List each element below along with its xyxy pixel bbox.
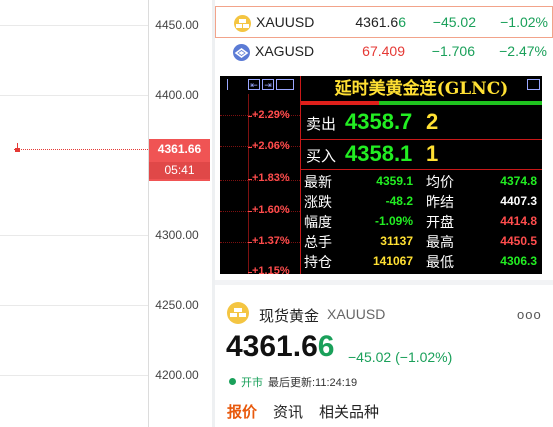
stat-value: -48.2 bbox=[385, 194, 413, 208]
grid-line bbox=[0, 375, 148, 376]
percent-tick-label: +1.15% bbox=[252, 265, 290, 274]
y-axis-label: 4450.00 bbox=[155, 18, 199, 32]
quote-price-main: 67.409 bbox=[362, 43, 405, 59]
quote-change: −1.706 bbox=[431, 43, 475, 59]
market-status: 开市 bbox=[241, 377, 263, 389]
quote-price-main: 4361.6 bbox=[355, 14, 399, 30]
gold-icon bbox=[234, 15, 251, 32]
arrow-right-icon[interactable]: ⇥ bbox=[262, 79, 274, 90]
stat-label: 总手 bbox=[304, 234, 332, 250]
stat-value: 141067 bbox=[372, 254, 413, 268]
scroll-icon[interactable] bbox=[221, 79, 228, 90]
stat-label: 最低 bbox=[426, 254, 454, 270]
quote-board: 延时美黄金连(GLNC) 卖出 4358.7 2 买入 4358.1 1 最新 4… bbox=[301, 76, 542, 274]
window-icon[interactable] bbox=[276, 79, 294, 90]
sell-price: 4358.7 bbox=[345, 109, 413, 134]
buy-ratio-bar bbox=[379, 101, 542, 105]
quote-row-xagusd[interactable]: XAGUSD 67.409 −1.706 −2.47% bbox=[215, 36, 553, 68]
divider bbox=[301, 169, 542, 170]
buy-label: 买入 bbox=[306, 148, 337, 165]
stat-value: 31137 bbox=[380, 234, 413, 248]
instrument-name: 现货黄金 bbox=[259, 308, 320, 325]
terminal-title: 延时美黄金连(GLNC) bbox=[334, 79, 509, 99]
grid-line bbox=[0, 25, 148, 26]
quote-percent: −1.02% bbox=[500, 14, 548, 30]
tab-quote[interactable]: 报价 bbox=[227, 401, 257, 422]
crosshair-price-tag: 4361.66 05:41 bbox=[149, 139, 210, 181]
sell-label: 卖出 bbox=[306, 116, 337, 133]
stat-label: 昨结 bbox=[426, 194, 454, 210]
stat-label: 均价 bbox=[426, 174, 454, 190]
quote-price: 67.409 bbox=[335, 43, 405, 59]
silver-icon bbox=[233, 44, 250, 61]
more-icon[interactable]: ooo bbox=[517, 307, 542, 322]
quote-symbol: XAUUSD bbox=[256, 14, 315, 30]
stat-label: 最高 bbox=[426, 234, 454, 250]
window-close-icon[interactable] bbox=[527, 79, 540, 90]
grid-line bbox=[0, 235, 148, 236]
y-axis-label: 4250.00 bbox=[155, 298, 199, 312]
terminal-toolbar: ⇤ ⇥ bbox=[220, 76, 300, 94]
percent-tick-label: +1.83% bbox=[252, 172, 290, 184]
last-update-time: 最后更新:11:24:19 bbox=[268, 377, 358, 389]
tab-related[interactable]: 相关品种 bbox=[319, 401, 379, 422]
divider bbox=[301, 139, 542, 140]
stat-value: 4450.5 bbox=[500, 234, 537, 248]
price-last-digit: 6 bbox=[317, 330, 335, 363]
stat-value: 4414.8 bbox=[500, 214, 537, 228]
y-axis-label: 4300.00 bbox=[155, 228, 199, 242]
terminal-axis bbox=[248, 94, 249, 274]
percent-tick-label: +1.60% bbox=[252, 204, 290, 216]
quote-change: −45.02 bbox=[432, 14, 476, 30]
quote-percent: −2.47% bbox=[499, 43, 547, 59]
y-axis-label: 4200.00 bbox=[155, 368, 199, 382]
instrument-change: −45.02 (−1.02%) bbox=[348, 349, 453, 365]
instrument-code: XAUUSD bbox=[327, 306, 386, 322]
quote-row-xauusd[interactable]: XAUUSD 4361.66 −45.02 −1.02% bbox=[215, 6, 553, 38]
crosshair-price: 4361.66 bbox=[157, 142, 202, 156]
percent-tick-label: +1.37% bbox=[252, 235, 290, 247]
price-main: 4361.6 bbox=[226, 330, 318, 363]
stat-value: 4407.3 bbox=[500, 194, 537, 208]
quote-price: 4361.66 bbox=[336, 14, 406, 30]
instrument-card: 现货黄金 XAUUSD ooo 4361.66 −45.02 (−1.02%) … bbox=[215, 285, 553, 427]
stat-label: 持仓 bbox=[304, 254, 332, 270]
buy-price: 4358.1 bbox=[345, 141, 413, 166]
buy-volume: 1 bbox=[426, 141, 439, 166]
tab-news[interactable]: 资讯 bbox=[273, 401, 303, 422]
crosshair-marker bbox=[15, 148, 20, 152]
stat-label: 涨跌 bbox=[304, 194, 332, 210]
crosshair-time: 05:41 bbox=[149, 162, 210, 179]
sell-ratio-bar bbox=[301, 101, 379, 105]
stat-label: 开盘 bbox=[426, 214, 454, 230]
stat-value: 4359.1 bbox=[376, 174, 413, 188]
stat-label: 幅度 bbox=[304, 214, 332, 230]
arrow-left-icon[interactable]: ⇤ bbox=[248, 79, 260, 90]
quote-symbol: XAGUSD bbox=[255, 43, 315, 59]
stat-value: 4374.8 bbox=[500, 174, 537, 188]
percent-tick-label: +2.06% bbox=[252, 140, 290, 152]
price-axis-line bbox=[148, 0, 149, 427]
stat-value: -1.09% bbox=[374, 214, 413, 228]
price-chart[interactable]: 4450.00 4400.00 4300.00 4250.00 4200.00 … bbox=[0, 0, 212, 427]
grid-line bbox=[0, 95, 148, 96]
instrument-price: 4361.66 bbox=[226, 330, 334, 364]
delayed-quote-terminal: ⇤ ⇥ +2.29% +2.06% +1.83% +1.60% +1.37% +… bbox=[220, 76, 542, 274]
stat-value: 4306.3 bbox=[500, 254, 537, 268]
gold-icon bbox=[227, 302, 249, 324]
y-axis-label: 4400.00 bbox=[155, 88, 199, 102]
sell-volume: 2 bbox=[426, 109, 439, 134]
market-open-dot bbox=[229, 378, 236, 385]
stat-label: 最新 bbox=[304, 174, 332, 190]
crosshair-line bbox=[14, 149, 148, 150]
quote-price-last-digit: 6 bbox=[398, 14, 406, 30]
percent-tick-label: +2.29% bbox=[252, 109, 290, 121]
grid-line bbox=[0, 305, 148, 306]
